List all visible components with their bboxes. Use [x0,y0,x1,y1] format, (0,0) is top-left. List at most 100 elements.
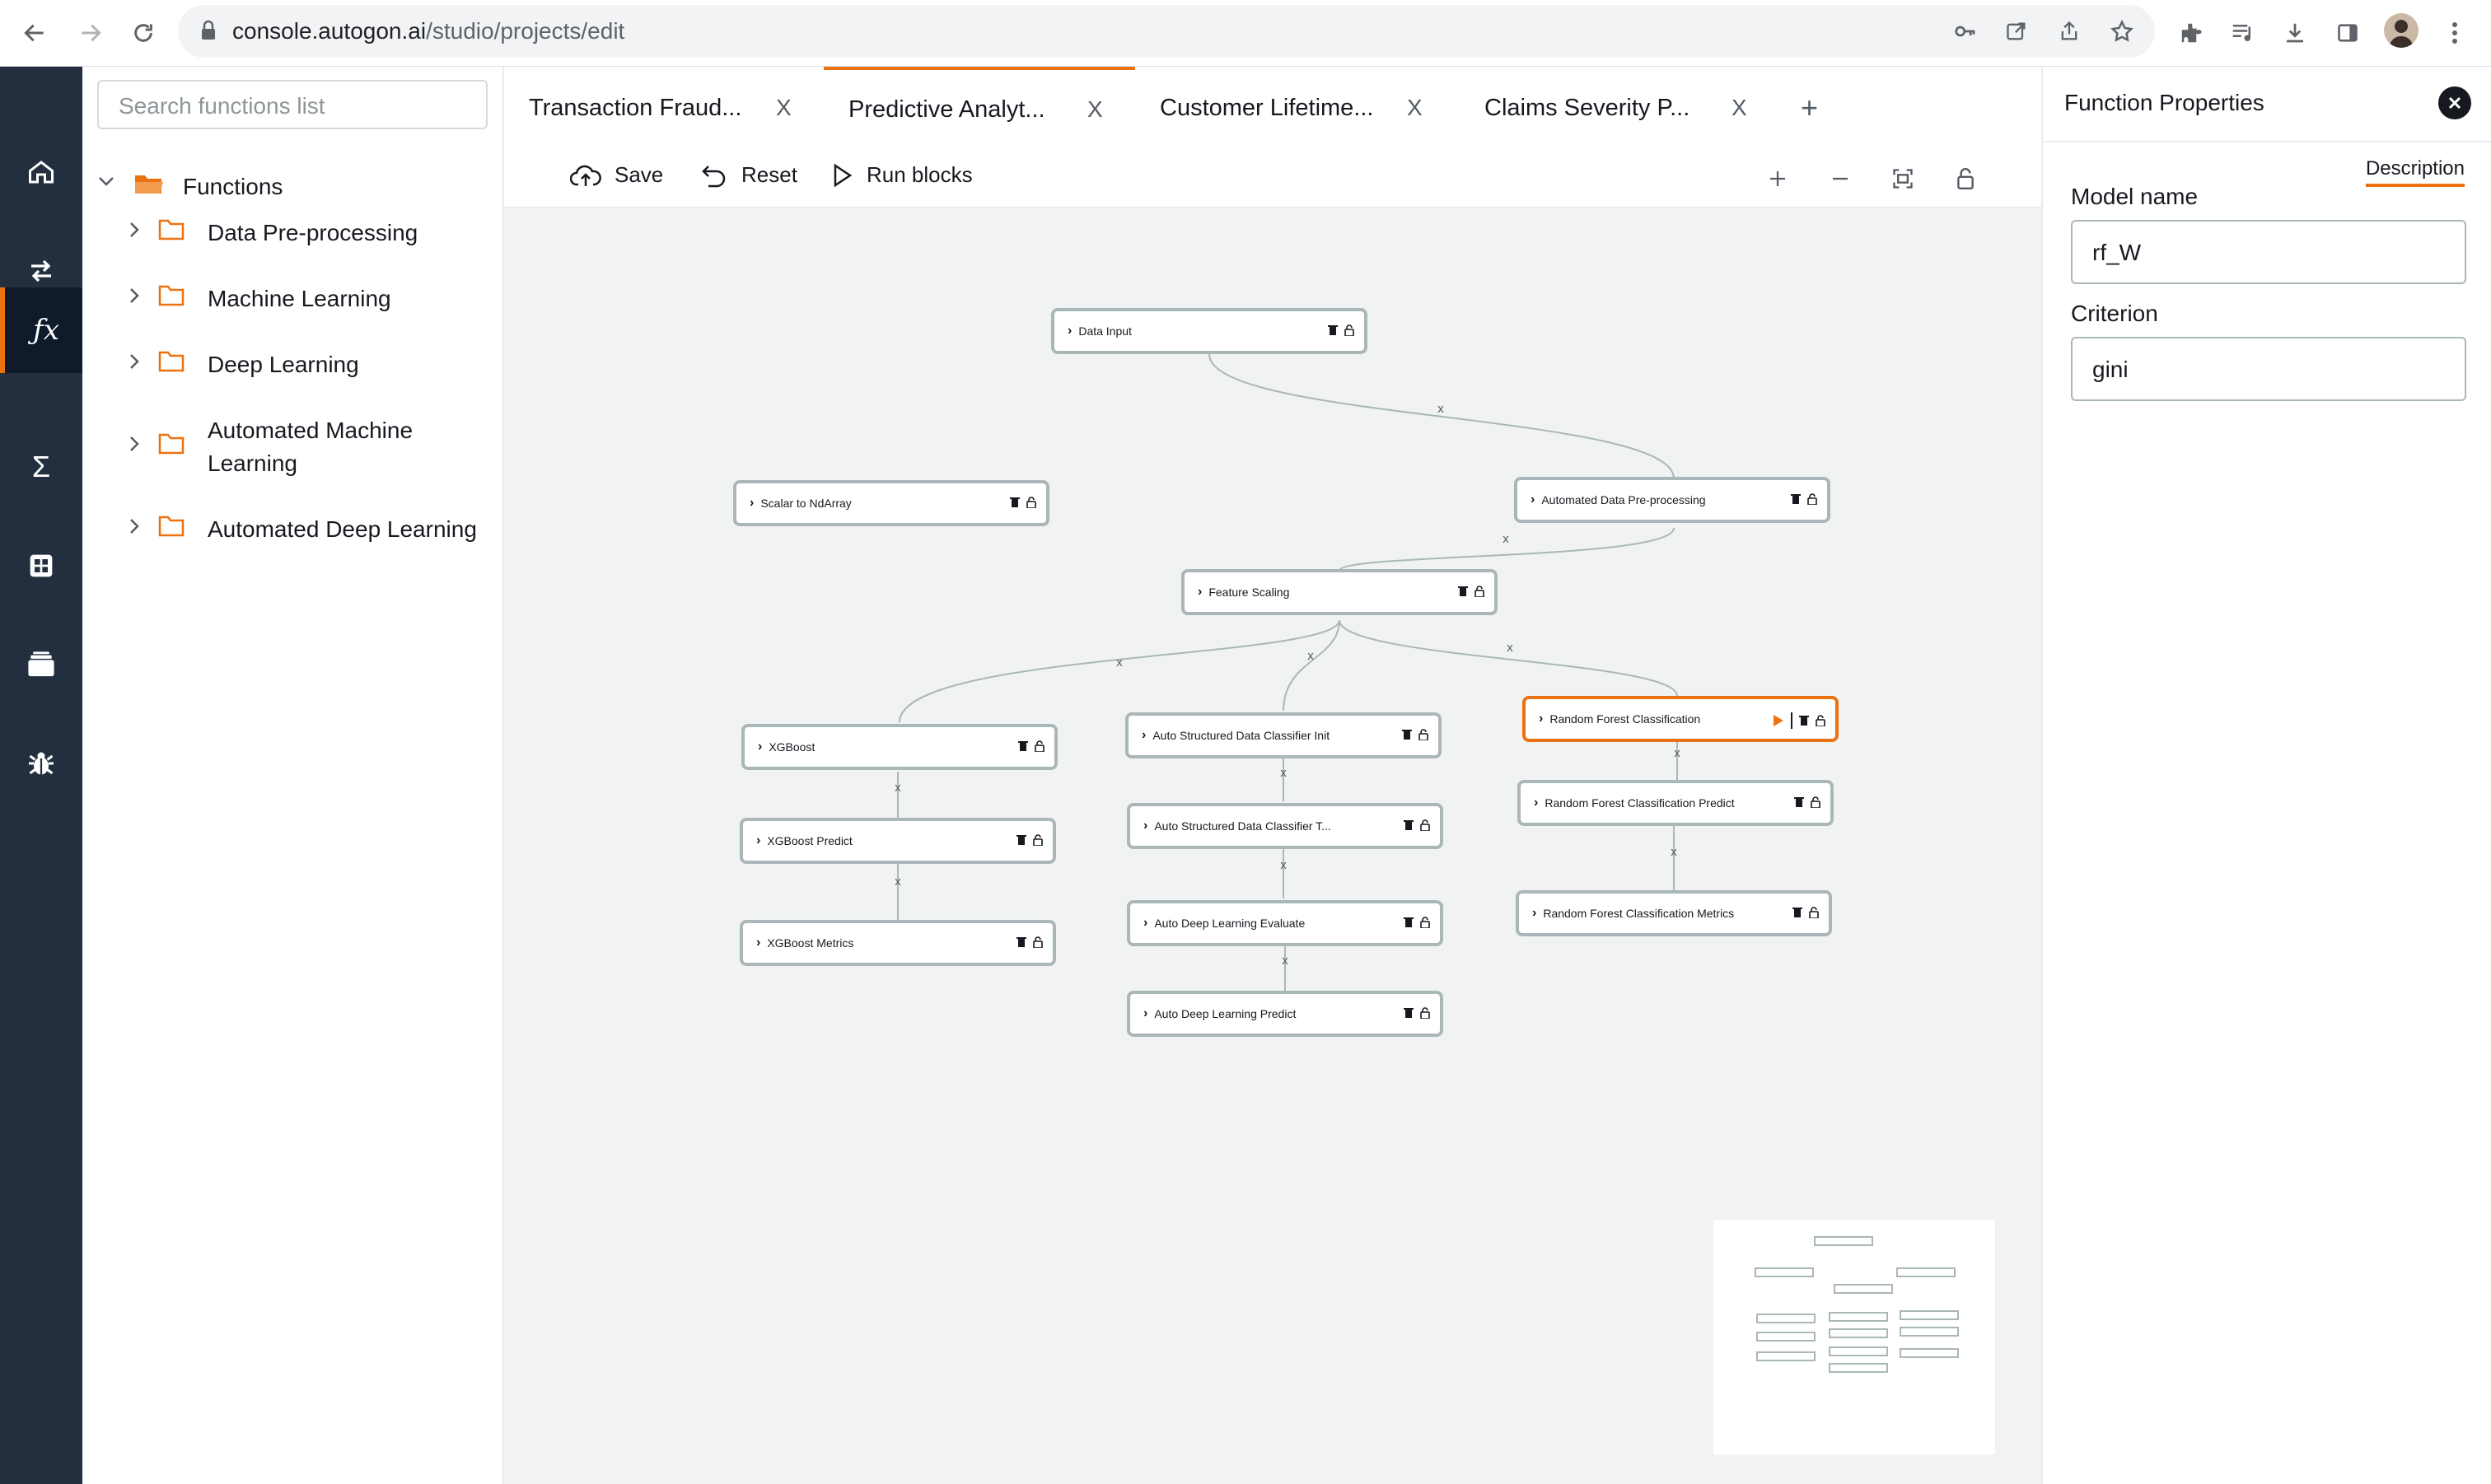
tab-description[interactable]: Description [2365,157,2465,187]
node-xgboost[interactable]: › XGBoost [741,724,1058,770]
node-label: XGBoost Metrics [767,936,854,950]
side-panel-icon[interactable] [2330,15,2366,51]
node-automated-data-preprocessing[interactable]: › Automated Data Pre-processing [1514,477,1830,523]
back-icon[interactable] [13,12,56,54]
profile-avatar[interactable] [2384,13,2419,48]
folder-icon [158,350,191,379]
lock-icon [1809,907,1819,918]
node-asdc-train[interactable]: › Auto Structured Data Classifier T... [1127,803,1443,849]
bug-icon[interactable] [0,722,82,805]
model-name-field[interactable]: rf_W [2071,220,2466,284]
node-label: Auto Structured Data Classifier T... [1154,819,1331,833]
node-feature-scaling[interactable]: › Feature Scaling [1181,569,1498,615]
node-expand-icon[interactable]: › [750,496,754,511]
lock-icon [1816,715,1825,726]
extensions-icon[interactable] [2173,15,2209,51]
open-external-icon[interactable] [1998,13,2035,49]
folder-icon [158,284,191,313]
node-expand-icon[interactable]: › [756,936,760,950]
node-adl-evaluate[interactable]: › Auto Deep Learning Evaluate [1127,900,1443,946]
share-icon[interactable] [2051,13,2087,49]
key-icon[interactable] [1947,13,1984,49]
tree-folder-label: Deep Learning [208,352,359,377]
tree-folder-label: Machine Learning [208,286,391,311]
node-random-forest-classification[interactable]: › Random Forest Classification [1522,696,1839,742]
node-data-input[interactable]: › Data Input [1051,308,1367,354]
reload-icon[interactable] [122,12,165,54]
canvas-minimap[interactable] [1713,1220,1995,1454]
minimap-node [1829,1312,1888,1322]
media-icon[interactable] [2224,15,2260,51]
download-icon[interactable] [2277,15,2313,51]
lock-icon [1033,936,1043,948]
search-functions-input[interactable]: Search functions list [97,80,488,129]
lock-icon [1033,834,1043,846]
model-name-label: Model name [2071,184,2199,209]
node-xgboost-metrics[interactable]: › XGBoost Metrics [740,920,1056,966]
workflow-canvas-area: Transaction Fraud... X Predictive Analyt… [504,67,2041,1484]
edge-marker: x [1671,845,1677,859]
node-label: Random Forest Classification [1549,712,1701,726]
edge-marker: x [1437,402,1444,416]
minimap-node [1896,1267,1956,1277]
folder-icon [158,432,191,461]
node-expand-icon[interactable]: › [1539,712,1543,726]
trash-icon [1018,741,1028,751]
minimap-node [1900,1310,1959,1320]
more-menu-icon[interactable] [2437,15,2473,51]
minimap-node [1834,1284,1893,1294]
node-label: Data Input [1078,324,1132,338]
node-expand-icon[interactable]: › [1534,796,1538,810]
edge-marker: x [1507,641,1513,655]
tree-folder-deep-learning[interactable]: Deep Learning [122,348,359,381]
minimap-node [1756,1332,1816,1342]
tree-folder-automated-machine-learning[interactable]: Automated Machine Learning [122,414,413,480]
node-expand-icon[interactable]: › [1143,916,1147,931]
node-expand-icon[interactable]: › [1143,1006,1147,1021]
minimap-node [1900,1348,1959,1358]
trash-icon [1016,937,1026,947]
edge-marker: x [1280,766,1287,780]
node-expand-icon[interactable]: › [758,740,762,754]
sigma-icon[interactable]: Σ [0,426,82,508]
node-xgboost-predict[interactable]: › XGBoost Predict [740,818,1056,864]
tree-folder-machine-learning[interactable]: Machine Learning [122,282,391,315]
bookmark-star-icon[interactable] [2104,13,2140,49]
chevron-down-icon [94,175,119,187]
lock-icon [1475,586,1484,597]
node-random-forest-predict[interactable]: › Random Forest Classification Predict [1517,780,1834,826]
edge-marker: x [1307,649,1314,663]
node-expand-icon[interactable]: › [1531,492,1535,507]
function-icon[interactable]: ƒx [0,287,87,373]
trash-icon [1010,497,1020,507]
lock-icon [1420,819,1430,831]
address-bar[interactable]: console.autogon.ai/studio/projects/edit [178,5,2155,58]
node-scalar-to-ndarray[interactable]: › Scalar to NdArray [733,480,1049,526]
node-random-forest-metrics[interactable]: › Random Forest Classification Metrics [1516,890,1832,936]
criterion-label: Criterion [2071,301,2158,326]
tree-root-functions[interactable]: Functions [94,170,283,203]
tree-folder-automated-deep-learning[interactable]: Automated Deep Learning [122,513,477,546]
node-expand-icon[interactable]: › [1143,819,1147,833]
dashboard-icon[interactable] [0,525,82,607]
minimap-node [1755,1267,1814,1277]
tree-folder-data-preprocessing[interactable]: Data Pre-processing [122,217,418,250]
criterion-field[interactable]: gini [2071,337,2466,401]
node-expand-icon[interactable]: › [1198,585,1202,600]
lock-icon [1811,796,1820,808]
storage-icon[interactable] [0,623,82,706]
close-icon[interactable] [2438,86,2471,119]
node-expand-icon[interactable]: › [1068,324,1072,338]
edge-marker: x [1280,858,1287,872]
node-expand-icon[interactable]: › [1532,906,1536,921]
node-expand-icon[interactable]: › [1142,728,1146,743]
node-expand-icon[interactable]: › [756,833,760,848]
chevron-right-icon [122,436,147,452]
node-asdc-init[interactable]: › Auto Structured Data Classifier Init [1125,712,1442,758]
forward-icon[interactable] [69,12,112,54]
edge-marker: x [1674,746,1680,760]
edge-marker: x [1282,954,1288,968]
home-icon[interactable] [0,131,82,213]
minimap-node [1900,1327,1959,1337]
node-adl-predict[interactable]: › Auto Deep Learning Predict [1127,991,1443,1037]
